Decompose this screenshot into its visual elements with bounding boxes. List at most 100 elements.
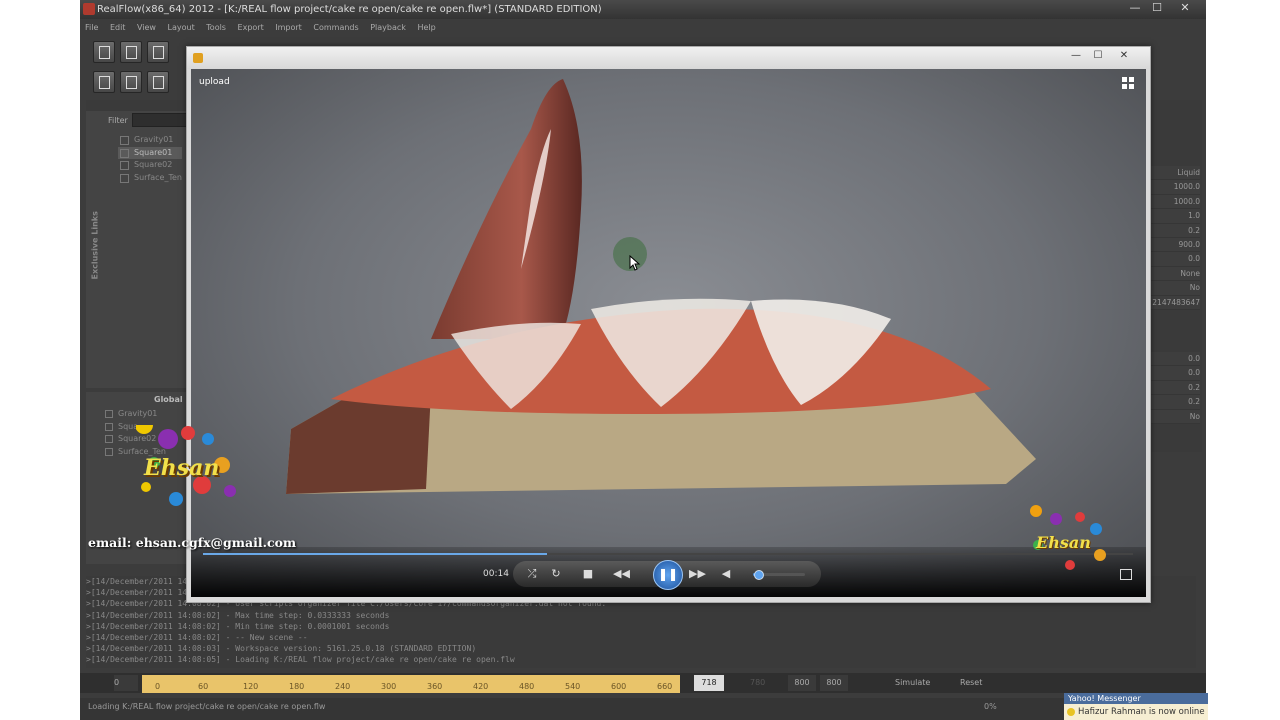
current-frame-field[interactable]: 718 <box>694 675 724 691</box>
tree-item[interactable]: Square02 <box>118 159 182 172</box>
property-value[interactable]: 0.0 <box>1150 252 1200 267</box>
property-value[interactable]: 0.2 <box>1150 395 1200 410</box>
shuffle-button[interactable]: ⤮ <box>525 567 539 581</box>
menu-help[interactable]: Help <box>417 20 435 36</box>
mouse-cursor-icon <box>629 255 641 271</box>
toolbar-button-b[interactable] <box>120 71 142 93</box>
filter-input[interactable] <box>132 113 189 127</box>
save-scene-button[interactable] <box>147 41 169 63</box>
player-minimize-button[interactable]: — <box>1065 49 1087 64</box>
timeline-tick: 660 <box>657 682 673 691</box>
property-value[interactable]: 2147483647 <box>1150 295 1200 310</box>
tree-item-selected[interactable]: Square01 <box>118 146 182 159</box>
gravity-icon <box>105 410 113 418</box>
filter-label: Filter <box>108 116 128 125</box>
realflow-app-icon <box>83 3 95 15</box>
menu-export[interactable]: Export <box>238 20 264 36</box>
watermark-email: email: ehsan.cgfx@gmail.com <box>88 535 297 550</box>
square-icon <box>105 422 113 431</box>
timeline-tick: 0 <box>155 682 161 691</box>
max-frame-field[interactable]: 800 <box>820 675 848 691</box>
seek-bar[interactable] <box>203 553 1133 555</box>
volume-knob[interactable] <box>753 570 764 580</box>
property-value[interactable]: 0.0 <box>1150 352 1200 367</box>
timeline-tick: 240 <box>335 682 351 691</box>
end-frame-field[interactable]: 800 <box>788 675 816 691</box>
pause-button[interactable]: ❚❚ <box>653 560 683 590</box>
menu-playback[interactable]: Playback <box>370 20 406 36</box>
simulate-button[interactable]: Simulate <box>895 675 930 691</box>
video-title-label: upload <box>199 77 230 87</box>
tree-item[interactable]: Gravity01 <box>102 408 166 421</box>
volume-icon[interactable]: ◀ <box>719 567 733 581</box>
property-value[interactable]: 0.2 <box>1150 223 1200 238</box>
volume-slider[interactable] <box>753 570 805 580</box>
property-value[interactable]: 1000.0 <box>1150 180 1200 195</box>
timeline-ruler[interactable]: 0 60 120 180 240 300 360 420 480 540 600… <box>142 675 680 693</box>
tree-item[interactable]: Gravity01 <box>118 134 182 147</box>
properties-values-top: Liquid 1000.0 1000.0 1.0 0.2 900.0 0.0 N… <box>1150 166 1200 310</box>
stop-button[interactable]: ■ <box>581 567 595 581</box>
new-scene-button[interactable] <box>93 41 115 63</box>
reset-button[interactable]: Reset <box>960 675 982 691</box>
grid-icon <box>99 76 110 89</box>
minimize-button[interactable]: — <box>1124 0 1146 17</box>
menu-tools[interactable]: Tools <box>206 20 226 36</box>
property-value[interactable]: 900.0 <box>1150 237 1200 253</box>
menu-layout[interactable]: Layout <box>168 20 195 36</box>
console-line: >[14/December/2011 14:08:03] - Workspace… <box>86 644 477 654</box>
maximize-button[interactable]: ☐ <box>1146 0 1168 17</box>
menu-file[interactable]: File <box>85 20 98 36</box>
logo-text: Ehsan <box>144 455 220 481</box>
property-value[interactable]: No <box>1150 281 1200 296</box>
app-titlebar: RealFlow(x86_64) 2012 - [K:/REAL flow pr… <box>80 0 1206 19</box>
property-value[interactable]: 0.2 <box>1150 380 1200 396</box>
property-value[interactable]: No <box>1150 409 1200 424</box>
repeat-button[interactable]: ↻ <box>549 567 563 581</box>
media-player-window: — ☐ ✕ upload 00:14 ⤮ ↻ ■ ◀◀ ❚❚ ▶▶ ◀ <box>186 46 1151 603</box>
menu-commands[interactable]: Commands <box>313 20 358 36</box>
new-file-icon <box>99 46 110 59</box>
timeline-tick: 300 <box>381 682 397 691</box>
timeline-tick: 480 <box>519 682 535 691</box>
menu-edit[interactable]: Edit <box>110 20 126 36</box>
fullscreen-grid-icon[interactable] <box>1122 77 1134 89</box>
timeline-tick: 600 <box>611 682 627 691</box>
status-online-icon <box>1067 708 1075 716</box>
open-folder-icon <box>126 46 137 59</box>
property-value[interactable]: 1000.0 <box>1150 194 1200 210</box>
timeline-faded-label: 780 <box>750 678 766 687</box>
menu-view[interactable]: View <box>137 20 156 36</box>
close-button[interactable]: ✕ <box>1174 0 1196 17</box>
timeline-tick: 60 <box>198 682 209 691</box>
rewind-button[interactable]: ◀◀ <box>613 567 630 581</box>
notification-header: Yahoo! Messenger <box>1064 693 1208 704</box>
property-value[interactable]: Liquid <box>1150 166 1200 181</box>
switch-to-library-icon[interactable] <box>1120 569 1132 580</box>
app-title: RealFlow(x86_64) 2012 - [K:/REAL flow pr… <box>97 4 602 15</box>
player-maximize-button[interactable]: ☐ <box>1087 49 1109 64</box>
messenger-notification[interactable]: Yahoo! Messenger Hafizur Rahman is now o… <box>1064 693 1208 720</box>
nodes-tree: Gravity01 Square01 Square02 Surface_Ten <box>118 134 182 184</box>
transport-controls: ⤮ ↻ ■ ◀◀ ❚❚ ▶▶ ◀ <box>513 560 821 590</box>
nodes-panel-header <box>86 100 186 111</box>
toolbar-button-c[interactable] <box>147 71 169 93</box>
cake-simulation-render <box>286 79 1036 494</box>
player-app-icon <box>193 53 203 63</box>
video-frame[interactable]: upload <box>191 69 1146 597</box>
menu-import[interactable]: Import <box>275 20 302 36</box>
timeline-start-field[interactable]: 0 <box>114 675 138 691</box>
toolbar-button-a[interactable] <box>93 71 115 93</box>
square-icon <box>120 148 129 158</box>
player-close-button[interactable]: ✕ <box>1113 49 1135 64</box>
surface-tension-icon <box>105 447 113 456</box>
property-value[interactable]: 0.0 <box>1150 366 1200 381</box>
property-value[interactable]: None <box>1150 266 1200 282</box>
property-value[interactable]: 1.0 <box>1150 209 1200 224</box>
tree-item[interactable]: Surface_Ten <box>118 172 182 185</box>
square-icon <box>105 435 113 443</box>
open-scene-button[interactable] <box>120 41 142 63</box>
fast-forward-button[interactable]: ▶▶ <box>689 567 706 581</box>
player-titlebar: — ☐ ✕ <box>187 47 1150 69</box>
ehsan-logo: Ehsan <box>136 425 246 515</box>
